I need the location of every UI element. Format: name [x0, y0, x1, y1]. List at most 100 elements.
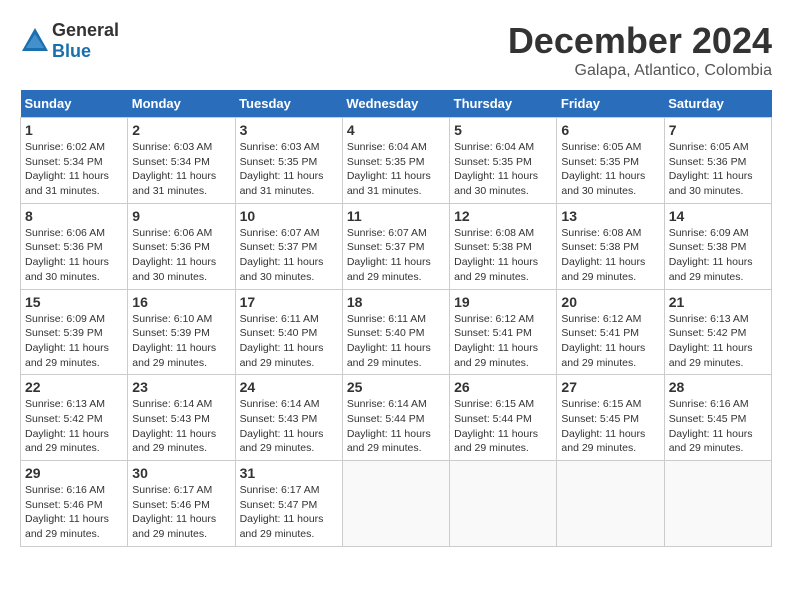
day-number-15: 15: [25, 294, 123, 310]
day-cell-16: 16 Sunrise: 6:10 AMSunset: 5:39 PMDaylig…: [128, 289, 235, 375]
empty-cell-d: [664, 461, 771, 547]
page-header: General Blue December 2024 Galapa, Atlan…: [20, 20, 772, 80]
day-info-6: Sunrise: 6:05 AMSunset: 5:35 PMDaylight:…: [561, 140, 659, 199]
calendar-table: Sunday Monday Tuesday Wednesday Thursday…: [20, 90, 772, 547]
day-cell-31: 31 Sunrise: 6:17 AMSunset: 5:47 PMDaylig…: [235, 461, 342, 547]
header-friday: Friday: [557, 90, 664, 118]
header-sunday: Sunday: [21, 90, 128, 118]
day-info-10: Sunrise: 6:07 AMSunset: 5:37 PMDaylight:…: [240, 226, 338, 285]
day-info-21: Sunrise: 6:13 AMSunset: 5:42 PMDaylight:…: [669, 312, 767, 371]
day-cell-13: 13 Sunrise: 6:08 AMSunset: 5:38 PMDaylig…: [557, 203, 664, 289]
day-cell-7: 7 Sunrise: 6:05 AMSunset: 5:36 PMDayligh…: [664, 118, 771, 204]
day-number-21: 21: [669, 294, 767, 310]
day-cell-10: 10 Sunrise: 6:07 AMSunset: 5:37 PMDaylig…: [235, 203, 342, 289]
day-cell-28: 28 Sunrise: 6:16 AMSunset: 5:45 PMDaylig…: [664, 375, 771, 461]
day-number-9: 9: [132, 208, 230, 224]
day-cell-27: 27 Sunrise: 6:15 AMSunset: 5:45 PMDaylig…: [557, 375, 664, 461]
day-info-16: Sunrise: 6:10 AMSunset: 5:39 PMDaylight:…: [132, 312, 230, 371]
day-cell-21: 21 Sunrise: 6:13 AMSunset: 5:42 PMDaylig…: [664, 289, 771, 375]
day-info-18: Sunrise: 6:11 AMSunset: 5:40 PMDaylight:…: [347, 312, 445, 371]
day-cell-15: 15 Sunrise: 6:09 AMSunset: 5:39 PMDaylig…: [21, 289, 128, 375]
day-cell-2: 2 Sunrise: 6:03 AMSunset: 5:34 PMDayligh…: [128, 118, 235, 204]
day-cell-4: 4 Sunrise: 6:04 AMSunset: 5:35 PMDayligh…: [342, 118, 449, 204]
day-cell-20: 20 Sunrise: 6:12 AMSunset: 5:41 PMDaylig…: [557, 289, 664, 375]
day-number-28: 28: [669, 379, 767, 395]
day-cell-9: 9 Sunrise: 6:06 AMSunset: 5:36 PMDayligh…: [128, 203, 235, 289]
day-number-10: 10: [240, 208, 338, 224]
day-number-26: 26: [454, 379, 552, 395]
day-info-24: Sunrise: 6:14 AMSunset: 5:43 PMDaylight:…: [240, 397, 338, 456]
day-number-19: 19: [454, 294, 552, 310]
day-number-16: 16: [132, 294, 230, 310]
logo-icon: [20, 26, 50, 56]
week-row-3: 15 Sunrise: 6:09 AMSunset: 5:39 PMDaylig…: [21, 289, 772, 375]
days-header-row: Sunday Monday Tuesday Wednesday Thursday…: [21, 90, 772, 118]
week-row-5: 29 Sunrise: 6:16 AMSunset: 5:46 PMDaylig…: [21, 461, 772, 547]
day-number-20: 20: [561, 294, 659, 310]
week-row-1: 1 Sunrise: 6:02 AMSunset: 5:34 PMDayligh…: [21, 118, 772, 204]
day-number-31: 31: [240, 465, 338, 481]
day-number-7: 7: [669, 122, 767, 138]
day-info-23: Sunrise: 6:14 AMSunset: 5:43 PMDaylight:…: [132, 397, 230, 456]
logo-text: General Blue: [52, 20, 119, 62]
day-number-18: 18: [347, 294, 445, 310]
day-info-13: Sunrise: 6:08 AMSunset: 5:38 PMDaylight:…: [561, 226, 659, 285]
week-row-2: 8 Sunrise: 6:06 AMSunset: 5:36 PMDayligh…: [21, 203, 772, 289]
day-info-22: Sunrise: 6:13 AMSunset: 5:42 PMDaylight:…: [25, 397, 123, 456]
day-number-3: 3: [240, 122, 338, 138]
day-cell-22: 22 Sunrise: 6:13 AMSunset: 5:42 PMDaylig…: [21, 375, 128, 461]
day-cell-12: 12 Sunrise: 6:08 AMSunset: 5:38 PMDaylig…: [450, 203, 557, 289]
day-cell-8: 8 Sunrise: 6:06 AMSunset: 5:36 PMDayligh…: [21, 203, 128, 289]
empty-cell-c: [557, 461, 664, 547]
day-number-12: 12: [454, 208, 552, 224]
day-cell-6: 6 Sunrise: 6:05 AMSunset: 5:35 PMDayligh…: [557, 118, 664, 204]
day-info-29: Sunrise: 6:16 AMSunset: 5:46 PMDaylight:…: [25, 483, 123, 542]
empty-cell-a: [342, 461, 449, 547]
month-title: December 2024: [508, 20, 772, 62]
day-cell-23: 23 Sunrise: 6:14 AMSunset: 5:43 PMDaylig…: [128, 375, 235, 461]
header-wednesday: Wednesday: [342, 90, 449, 118]
day-cell-5: 5 Sunrise: 6:04 AMSunset: 5:35 PMDayligh…: [450, 118, 557, 204]
empty-cell-b: [450, 461, 557, 547]
day-info-7: Sunrise: 6:05 AMSunset: 5:36 PMDaylight:…: [669, 140, 767, 199]
day-number-8: 8: [25, 208, 123, 224]
day-info-14: Sunrise: 6:09 AMSunset: 5:38 PMDaylight:…: [669, 226, 767, 285]
location-subtitle: Galapa, Atlantico, Colombia: [508, 62, 772, 80]
day-info-11: Sunrise: 6:07 AMSunset: 5:37 PMDaylight:…: [347, 226, 445, 285]
day-info-20: Sunrise: 6:12 AMSunset: 5:41 PMDaylight:…: [561, 312, 659, 371]
logo-blue: Blue: [52, 41, 91, 61]
day-info-2: Sunrise: 6:03 AMSunset: 5:34 PMDaylight:…: [132, 140, 230, 199]
day-cell-26: 26 Sunrise: 6:15 AMSunset: 5:44 PMDaylig…: [450, 375, 557, 461]
day-number-22: 22: [25, 379, 123, 395]
day-cell-29: 29 Sunrise: 6:16 AMSunset: 5:46 PMDaylig…: [21, 461, 128, 547]
day-info-3: Sunrise: 6:03 AMSunset: 5:35 PMDaylight:…: [240, 140, 338, 199]
header-monday: Monday: [128, 90, 235, 118]
logo-general: General: [52, 20, 119, 40]
day-number-25: 25: [347, 379, 445, 395]
day-info-12: Sunrise: 6:08 AMSunset: 5:38 PMDaylight:…: [454, 226, 552, 285]
day-cell-24: 24 Sunrise: 6:14 AMSunset: 5:43 PMDaylig…: [235, 375, 342, 461]
day-number-6: 6: [561, 122, 659, 138]
day-info-1: Sunrise: 6:02 AMSunset: 5:34 PMDaylight:…: [25, 140, 123, 199]
header-saturday: Saturday: [664, 90, 771, 118]
day-cell-17: 17 Sunrise: 6:11 AMSunset: 5:40 PMDaylig…: [235, 289, 342, 375]
day-number-14: 14: [669, 208, 767, 224]
day-info-15: Sunrise: 6:09 AMSunset: 5:39 PMDaylight:…: [25, 312, 123, 371]
day-cell-11: 11 Sunrise: 6:07 AMSunset: 5:37 PMDaylig…: [342, 203, 449, 289]
day-info-25: Sunrise: 6:14 AMSunset: 5:44 PMDaylight:…: [347, 397, 445, 456]
day-cell-1: 1 Sunrise: 6:02 AMSunset: 5:34 PMDayligh…: [21, 118, 128, 204]
day-number-5: 5: [454, 122, 552, 138]
day-number-11: 11: [347, 208, 445, 224]
day-info-8: Sunrise: 6:06 AMSunset: 5:36 PMDaylight:…: [25, 226, 123, 285]
week-row-4: 22 Sunrise: 6:13 AMSunset: 5:42 PMDaylig…: [21, 375, 772, 461]
day-info-17: Sunrise: 6:11 AMSunset: 5:40 PMDaylight:…: [240, 312, 338, 371]
day-cell-19: 19 Sunrise: 6:12 AMSunset: 5:41 PMDaylig…: [450, 289, 557, 375]
header-thursday: Thursday: [450, 90, 557, 118]
day-cell-14: 14 Sunrise: 6:09 AMSunset: 5:38 PMDaylig…: [664, 203, 771, 289]
day-number-29: 29: [25, 465, 123, 481]
day-number-13: 13: [561, 208, 659, 224]
day-number-1: 1: [25, 122, 123, 138]
day-number-24: 24: [240, 379, 338, 395]
day-info-5: Sunrise: 6:04 AMSunset: 5:35 PMDaylight:…: [454, 140, 552, 199]
day-info-26: Sunrise: 6:15 AMSunset: 5:44 PMDaylight:…: [454, 397, 552, 456]
